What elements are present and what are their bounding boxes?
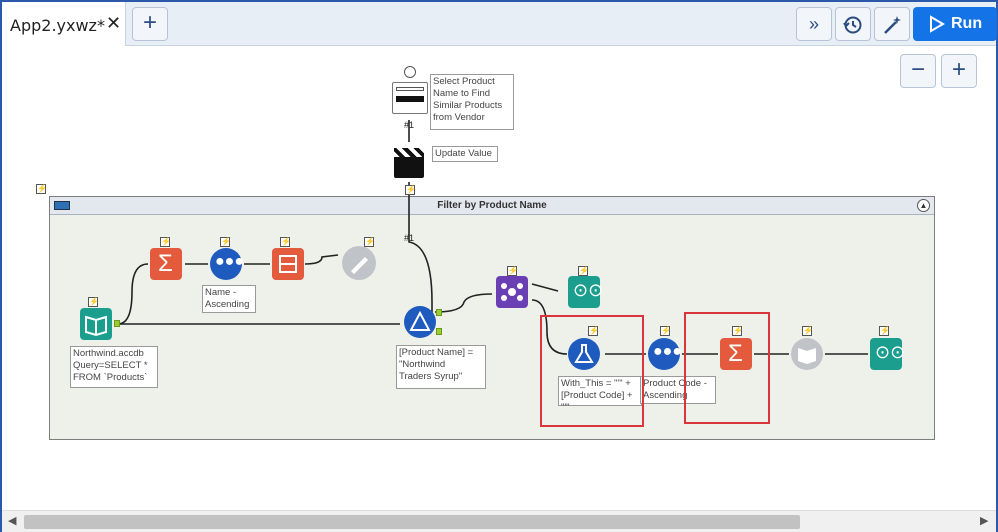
- join-bolt-icon: ⚡: [507, 266, 518, 276]
- dropdown-tool-icon[interactable]: [392, 82, 428, 114]
- update-value-note: Update Value: [432, 146, 498, 162]
- book-icon: [85, 315, 107, 337]
- scroll-thumb[interactable]: [24, 515, 800, 529]
- filter-tool[interactable]: [404, 306, 436, 338]
- browse-tool-1[interactable]: ⊙⊙: [568, 276, 604, 308]
- output-bolt-icon: ⚡: [802, 326, 813, 336]
- binoculars-icon: ⊙⊙: [875, 342, 906, 362]
- highlight-box-summarize: [684, 312, 770, 424]
- sigma-icon: Σ: [158, 250, 173, 277]
- crosstab-tool[interactable]: [272, 248, 304, 280]
- northwind-note: Northwind.accdb Query=SELECT * FROM `Pro…: [70, 346, 158, 388]
- sort-bolt-icon: ⚡: [220, 237, 231, 247]
- join-tool[interactable]: [496, 276, 528, 308]
- join-icon: [501, 283, 523, 301]
- highlight-box-formula: [540, 315, 644, 427]
- browse-tool-2[interactable]: ⊙⊙: [870, 338, 906, 370]
- sort-tool-2[interactable]: ●●●: [648, 338, 682, 370]
- summarize-bolt-icon: ⚡: [160, 237, 171, 247]
- hash-label-mid: #1: [404, 233, 415, 243]
- output-data-tool[interactable]: [791, 338, 823, 370]
- select-product-note: Select Product Name to Find Similar Prod…: [430, 74, 514, 130]
- input-data-tool[interactable]: [80, 308, 112, 340]
- designer-window: App2.yxwz* ✕ + » Run − + ⚡ Filter by Pro…: [0, 0, 998, 532]
- disabled-tool[interactable]: [342, 246, 376, 280]
- sort2-bolt-icon: ⚡: [660, 326, 671, 336]
- action-bolt-icon: ⚡: [405, 185, 416, 195]
- dots-icon: ●●●: [215, 253, 244, 270]
- summarize-tool[interactable]: Σ: [150, 248, 182, 280]
- filter-icon: [409, 310, 431, 331]
- filter-true-anchor[interactable]: [436, 309, 442, 316]
- action-tool-icon[interactable]: [394, 148, 424, 178]
- output-anchor[interactable]: [114, 320, 120, 327]
- input-bolt-icon: ⚡: [88, 297, 99, 307]
- horizontal-scrollbar[interactable]: ◀ ▶: [2, 510, 996, 532]
- name-ascending-note: Name - Ascending: [202, 285, 256, 313]
- hash-label-top: #1: [404, 120, 415, 130]
- sort-tool[interactable]: ●●●: [210, 248, 244, 280]
- table-icon: [279, 255, 297, 273]
- binoculars-icon: ⊙⊙: [573, 280, 604, 300]
- browse1-bolt-icon: ⚡: [578, 266, 589, 276]
- scroll-left-icon[interactable]: ◀: [8, 514, 16, 527]
- question-anchor-icon[interactable]: [404, 66, 416, 78]
- dots-icon: ●●●: [653, 343, 682, 360]
- filter-expression-note: [Product Name] = "Northwind Traders Syru…: [396, 345, 486, 389]
- filter-false-anchor[interactable]: [436, 328, 442, 335]
- pen-icon: [351, 257, 368, 274]
- book-icon: [798, 348, 816, 364]
- browse2-bolt-icon: ⚡: [879, 326, 890, 336]
- scroll-right-icon[interactable]: ▶: [980, 514, 988, 527]
- tool3-bolt-icon: ⚡: [280, 237, 291, 247]
